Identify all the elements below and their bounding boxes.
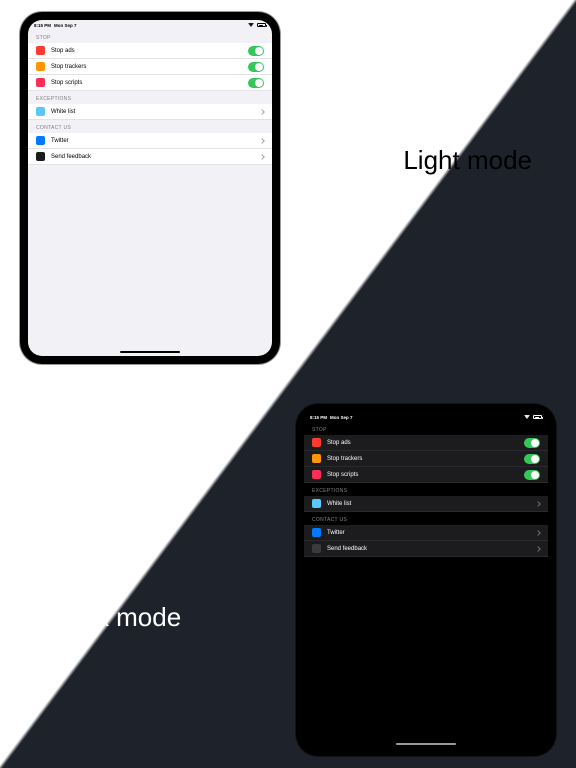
row-send-feedback[interactable]: Send feedback [28, 149, 272, 165]
row-twitter[interactable]: Twitter [304, 525, 548, 541]
row-stop-scripts[interactable]: Stop scripts [304, 467, 548, 483]
row-stop-trackers[interactable]: Stop trackers [28, 59, 272, 75]
feedback-icon [312, 544, 321, 553]
row-twitter[interactable]: Twitter [28, 133, 272, 149]
toggle-stop-trackers[interactable] [248, 62, 264, 72]
chevron-right-icon [535, 530, 541, 536]
status-bar: 8:15 PM Mon Sep 7 [304, 412, 548, 422]
toggle-stop-scripts[interactable] [524, 470, 540, 480]
row-label: Stop trackers [327, 456, 518, 462]
row-send-feedback[interactable]: Send feedback [304, 541, 548, 557]
section-header-exceptions: EXCEPTIONS [304, 483, 548, 496]
stop-trackers-icon [312, 454, 321, 463]
ipad-screen-dark: 8:15 PM Mon Sep 7 STOP Stop ads Stop tra… [304, 412, 548, 748]
row-label: Send feedback [327, 546, 530, 552]
toggle-stop-ads[interactable] [248, 46, 264, 56]
section-header-exceptions: EXCEPTIONS [28, 91, 272, 104]
chevron-right-icon [259, 154, 265, 160]
toggle-stop-trackers[interactable] [524, 454, 540, 464]
row-label: White list [51, 109, 254, 115]
row-stop-trackers[interactable]: Stop trackers [304, 451, 548, 467]
chevron-right-icon [535, 546, 541, 552]
row-label: Twitter [51, 138, 254, 144]
white-list-icon [36, 107, 45, 116]
dark-mode-label: Dark mode [54, 602, 181, 633]
row-label: Twitter [327, 530, 530, 536]
status-time: 8:15 PM [310, 415, 327, 420]
chevron-right-icon [535, 501, 541, 507]
row-white-list[interactable]: White list [304, 496, 548, 512]
toggle-stop-ads[interactable] [524, 438, 540, 448]
row-label: Stop scripts [327, 472, 518, 478]
status-bar: 8:15 PM Mon Sep 7 [28, 20, 272, 30]
status-time: 8:15 PM [34, 23, 51, 28]
white-list-icon [312, 499, 321, 508]
twitter-icon [36, 136, 45, 145]
row-white-list[interactable]: White list [28, 104, 272, 120]
battery-icon [257, 23, 266, 27]
feedback-icon [36, 152, 45, 161]
toggle-stop-scripts[interactable] [248, 78, 264, 88]
wifi-icon [248, 23, 254, 27]
stop-trackers-icon [36, 62, 45, 71]
section-header-stop: STOP [304, 422, 548, 435]
wifi-icon [524, 415, 530, 419]
light-mode-label: Light mode [403, 145, 532, 176]
stop-ads-icon [36, 46, 45, 55]
section-header-stop: STOP [28, 30, 272, 43]
home-indicator [120, 351, 180, 353]
home-indicator [396, 743, 456, 745]
chevron-right-icon [259, 138, 265, 144]
row-label: Stop ads [327, 440, 518, 446]
status-date: Mon Sep 7 [330, 415, 353, 420]
section-header-contact: CONTACT US [28, 120, 272, 133]
chevron-right-icon [259, 109, 265, 115]
stop-scripts-icon [312, 470, 321, 479]
row-stop-ads[interactable]: Stop ads [304, 435, 548, 451]
row-label: Stop ads [51, 48, 242, 54]
ipad-screen-light: 8:15 PM Mon Sep 7 STOP Stop ads Stop tra… [28, 20, 272, 356]
stop-ads-icon [312, 438, 321, 447]
ipad-frame-dark: 8:15 PM Mon Sep 7 STOP Stop ads Stop tra… [296, 404, 556, 756]
status-date: Mon Sep 7 [54, 23, 77, 28]
stop-scripts-icon [36, 78, 45, 87]
row-stop-scripts[interactable]: Stop scripts [28, 75, 272, 91]
row-label: Send feedback [51, 154, 254, 160]
row-label: Stop scripts [51, 80, 242, 86]
row-stop-ads[interactable]: Stop ads [28, 43, 272, 59]
row-label: White list [327, 501, 530, 507]
section-header-contact: CONTACT US [304, 512, 548, 525]
row-label: Stop trackers [51, 64, 242, 70]
battery-icon [533, 415, 542, 419]
ipad-frame-light: 8:15 PM Mon Sep 7 STOP Stop ads Stop tra… [20, 12, 280, 364]
twitter-icon [312, 528, 321, 537]
